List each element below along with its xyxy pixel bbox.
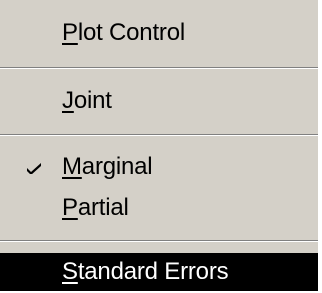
menu-item-label: Partial bbox=[62, 194, 129, 221]
check-icon bbox=[27, 163, 41, 174]
menu-separator bbox=[0, 240, 318, 242]
menu-item-marginal[interactable]: Marginal bbox=[0, 148, 318, 186]
menu-item-partial[interactable]: Partial bbox=[0, 189, 318, 227]
menu-item-standard-errors[interactable]: Standard Errors bbox=[0, 253, 318, 291]
menu-item-joint[interactable]: Joint bbox=[0, 82, 318, 120]
menu-separator bbox=[0, 134, 318, 136]
menu-item-label: Joint bbox=[62, 87, 112, 114]
context-menu: Plot Control Joint Marginal Partial Stan… bbox=[0, 0, 320, 292]
menu-item-plot-control[interactable]: Plot Control bbox=[0, 14, 318, 52]
menu-item-label: Plot Control bbox=[62, 19, 185, 46]
menu-item-label: Standard Errors bbox=[62, 258, 229, 285]
menu-item-label: Marginal bbox=[62, 153, 153, 180]
menu-separator bbox=[0, 67, 318, 69]
